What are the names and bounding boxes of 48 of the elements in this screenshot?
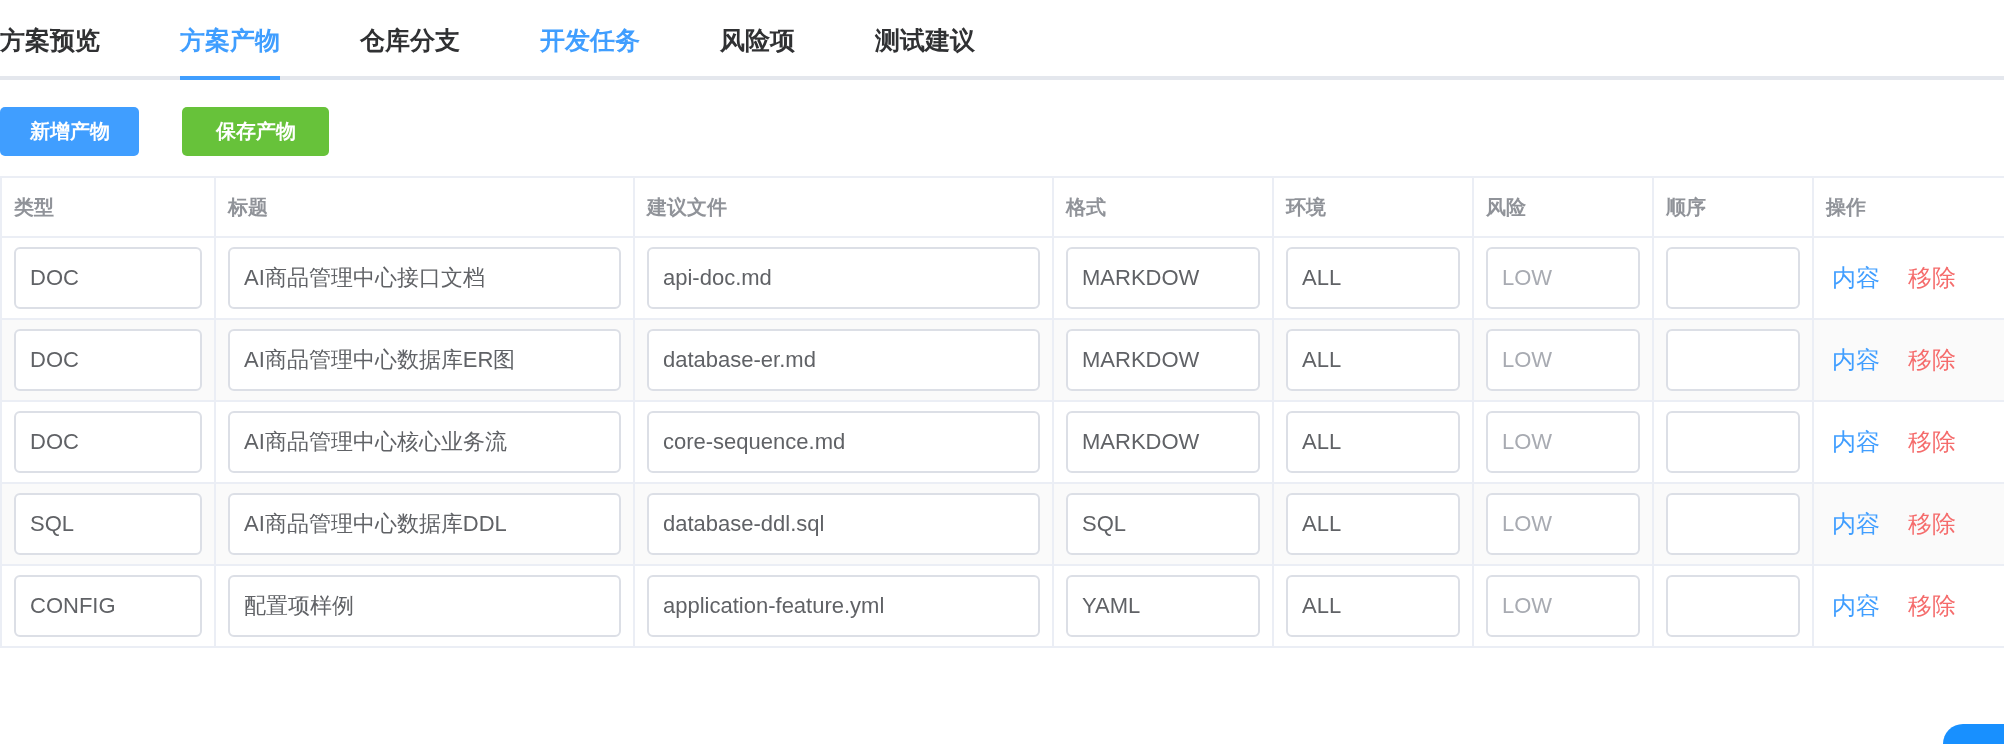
input-field[interactable]: core-sequence.md xyxy=(647,411,1040,473)
floating-button[interactable] xyxy=(1943,724,2004,744)
input-field[interactable] xyxy=(1666,411,1800,473)
input-field[interactable]: CONFIG xyxy=(14,575,202,637)
input-field[interactable]: DOC xyxy=(14,411,202,473)
tab[interactable]: 仓库分支 xyxy=(360,0,460,80)
input-field[interactable] xyxy=(1666,329,1800,391)
tab[interactable]: 方案预览 xyxy=(0,0,100,80)
input-field[interactable]: LOW xyxy=(1486,329,1640,391)
column-header: 建议文件 xyxy=(647,195,727,218)
input-field[interactable]: ALL xyxy=(1286,411,1460,473)
column-header: 环境 xyxy=(1286,195,1326,218)
input-field[interactable]: SQL xyxy=(1066,493,1260,555)
column-header: 格式 xyxy=(1066,195,1106,218)
input-field[interactable]: AI商品管理中心数据库DDL xyxy=(228,493,621,555)
input-field[interactable]: SQL xyxy=(14,493,202,555)
tab[interactable]: 测试建议 xyxy=(875,0,975,80)
input-field[interactable]: ALL xyxy=(1286,575,1460,637)
column-header: 风险 xyxy=(1486,195,1526,218)
input-field[interactable]: LOW xyxy=(1486,411,1640,473)
input-field[interactable]: ALL xyxy=(1286,493,1460,555)
input-field[interactable]: database-ddl.sql xyxy=(647,493,1040,555)
input-field[interactable]: MARKDOW xyxy=(1066,411,1260,473)
input-field[interactable]: ALL xyxy=(1286,329,1460,391)
input-field[interactable]: DOC xyxy=(14,329,202,391)
input-field[interactable]: LOW xyxy=(1486,493,1640,555)
input-field[interactable]: LOW xyxy=(1486,575,1640,637)
column-header: 标题 xyxy=(228,195,268,218)
input-field[interactable]: AI商品管理中心核心业务流 xyxy=(228,411,621,473)
input-field[interactable]: 配置项样例 xyxy=(228,575,621,637)
input-field[interactable]: YAML xyxy=(1066,575,1260,637)
input-field[interactable]: AI商品管理中心接口文档 xyxy=(228,247,621,309)
column-header: 操作 xyxy=(1826,195,1866,218)
tab[interactable]: 风险项 xyxy=(720,0,795,80)
input-field[interactable]: ALL xyxy=(1286,247,1460,309)
input-field[interactable]: api-doc.md xyxy=(647,247,1040,309)
input-field[interactable] xyxy=(1666,575,1800,637)
input-field[interactable]: database-er.md xyxy=(647,329,1040,391)
input-field[interactable]: MARKDOW xyxy=(1066,329,1260,391)
input-field[interactable] xyxy=(1666,247,1800,309)
input-field[interactable]: AI商品管理中心数据库ER图 xyxy=(228,329,621,391)
input-field[interactable]: DOC xyxy=(14,247,202,309)
input-field[interactable] xyxy=(1666,493,1800,555)
column-header: 类型 xyxy=(14,195,54,218)
input-field[interactable]: application-feature.yml xyxy=(647,575,1040,637)
input-field[interactable]: MARKDOW xyxy=(1066,247,1260,309)
column-header: 顺序 xyxy=(1666,195,1706,218)
input-field[interactable]: LOW xyxy=(1486,247,1640,309)
